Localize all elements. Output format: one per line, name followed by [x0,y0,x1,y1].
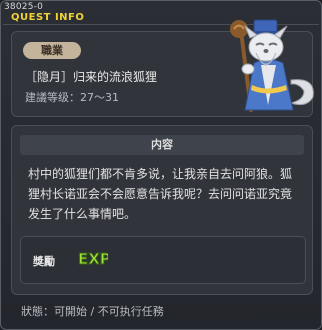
content-header: 内容 [20,135,304,155]
reward-section: 獎勵 EXP [20,236,306,284]
npc-fox-elder-portrait [230,19,314,112]
quest-name: ［隐月］归来的流浪狐狸 [25,70,158,84]
reward-label: 獎勵 [33,255,55,268]
quest-description: 村中的狐狸们都不肯多说，让我亲自去问阿狼。狐狸村长诺亚会不会愿意告诉我呢？去问问… [28,167,293,221]
job-badge: 職業 [23,42,81,59]
quest-info-window: 38025-0 QUEST INFO 職業 ［隐月］归来的流浪狐狸 建議等级：2… [0,0,322,330]
svg-text:EXP: EXP [78,250,108,268]
window-id: 38025-0 [4,2,44,12]
window-title: QUEST INFO [11,12,85,23]
recommended-level: 建議等级：27～31 [25,91,119,104]
quest-content-card: 内容 村中的狐狸们都不肯多说，让我亲自去问阿狼。狐狸村长诺亚会不会愿意告诉我呢？… [11,125,313,295]
exp-reward-icon: EXP [78,250,109,269]
quest-status: 狀態：可開始 / 不可执行任務 [21,305,164,318]
